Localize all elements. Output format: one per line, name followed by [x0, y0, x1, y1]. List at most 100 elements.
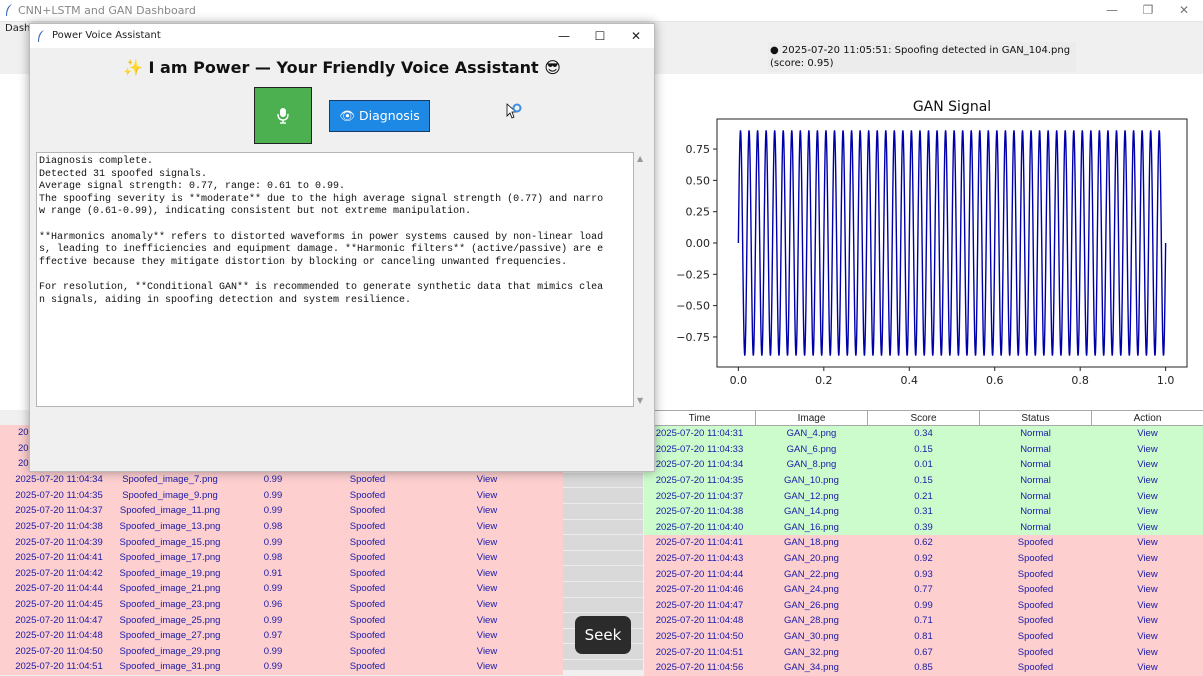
column-header-status[interactable]: Status	[980, 411, 1092, 426]
view-link[interactable]: View	[1092, 520, 1203, 536]
view-link[interactable]: View	[1092, 629, 1203, 645]
cell-image: Spoofed_image_29.png	[118, 644, 222, 660]
x-tick-label: 0.4	[901, 374, 919, 387]
dialog-close-button[interactable]: ✕	[618, 24, 654, 48]
dialog-maximize-button[interactable]: ☐	[582, 24, 618, 48]
output-line: For resolution, **Conditional GAN** is r…	[39, 282, 631, 295]
cell-score: 0.99	[222, 644, 324, 660]
cell-time: 2025-07-20 11:04:48	[644, 613, 756, 629]
view-link[interactable]: View	[411, 566, 563, 582]
view-link[interactable]: View	[411, 628, 563, 644]
y-tick-label: 0.25	[686, 206, 711, 219]
dialog-title: Power Voice Assistant	[52, 30, 161, 41]
microphone-icon	[277, 108, 289, 124]
strip-separator	[563, 487, 643, 488]
maximize-button[interactable]: ❐	[1130, 0, 1166, 21]
output-line: w range (0.61-0.99), indicating consiste…	[39, 206, 631, 219]
cell-status: Spoofed	[980, 660, 1092, 676]
output-scrollbar[interactable]: ▲ ▼	[634, 152, 648, 407]
cell-status: Spoofed	[324, 519, 411, 535]
cell-score: 0.67	[868, 644, 980, 660]
cell-score: 0.99	[222, 534, 324, 550]
view-link[interactable]: View	[411, 488, 563, 504]
view-link[interactable]: View	[1092, 442, 1203, 458]
cell-image: GAN_24.png	[756, 582, 868, 598]
cell-score: 0.96	[222, 597, 324, 613]
cell-image: GAN_32.png	[756, 644, 868, 660]
cell-score: 0.99	[222, 488, 324, 504]
cell-image: GAN_6.png	[756, 442, 868, 458]
output-line: n signals, aiding in spoofing detection …	[39, 295, 631, 308]
cell-image: GAN_16.png	[756, 520, 868, 536]
view-link[interactable]: View	[1092, 504, 1203, 520]
table-row: 2025-07-20 11:04:50Spoofed_image_29.png0…	[0, 644, 563, 660]
view-link[interactable]: View	[411, 534, 563, 550]
cell-status: Spoofed	[324, 472, 411, 488]
view-link[interactable]: View	[411, 659, 563, 675]
output-line: **Harmonics anomaly** refers to distorte…	[39, 232, 631, 245]
view-link[interactable]: View	[1092, 613, 1203, 629]
seek-button[interactable]: Seek	[575, 616, 631, 654]
column-header-image[interactable]: Image	[756, 411, 868, 426]
view-link[interactable]: View	[1092, 535, 1203, 551]
table-row: 2025-07-20 11:04:51Spoofed_image_31.png0…	[0, 659, 563, 675]
column-header-action[interactable]: Action	[1092, 411, 1203, 426]
cell-image: GAN_22.png	[756, 566, 868, 582]
view-link[interactable]: View	[1092, 644, 1203, 660]
view-link[interactable]: View	[1092, 488, 1203, 504]
strip-separator	[563, 581, 643, 582]
view-link[interactable]: View	[1092, 457, 1203, 473]
view-link[interactable]: View	[1092, 473, 1203, 489]
view-link[interactable]: View	[411, 550, 563, 566]
minimize-button[interactable]: —	[1094, 0, 1130, 21]
view-link[interactable]: View	[1092, 551, 1203, 567]
view-link[interactable]: View	[411, 644, 563, 660]
cell-image: GAN_26.png	[756, 598, 868, 614]
cell-score: 0.92	[868, 551, 980, 567]
y-tick-label: 0.75	[686, 143, 711, 156]
table-row: 2025-07-20 11:04:37Spoofed_image_11.png0…	[0, 503, 563, 519]
feather-icon	[36, 29, 46, 43]
view-link[interactable]: View	[1092, 660, 1203, 676]
loading-cursor-icon	[506, 103, 522, 121]
view-link[interactable]: View	[411, 612, 563, 628]
view-link[interactable]: View	[411, 597, 563, 613]
scroll-down-arrow-icon[interactable]: ▼	[637, 396, 643, 405]
scroll-up-arrow-icon[interactable]: ▲	[637, 154, 643, 163]
cell-time: 2025-07-20 11:04:42	[0, 566, 118, 582]
cell-image: GAN_12.png	[756, 488, 868, 504]
view-link[interactable]: View	[1092, 426, 1203, 442]
view-link[interactable]: View	[1092, 598, 1203, 614]
cell-image: GAN_4.png	[756, 426, 868, 442]
diagnosis-button[interactable]: 👁 Diagnosis	[329, 100, 430, 132]
cell-time: 2025-07-20 11:04:38	[644, 504, 756, 520]
cell-score: 0.81	[868, 629, 980, 645]
cell-status: Spoofed	[324, 488, 411, 504]
table-row: 2025-07-20 11:04:31GAN_4.png0.34NormalVi…	[644, 426, 1203, 442]
column-header-score[interactable]: Score	[868, 411, 980, 426]
table-row: 2025-07-20 11:04:56GAN_34.png0.85Spoofed…	[644, 660, 1203, 676]
view-link[interactable]: View	[411, 503, 563, 519]
view-link[interactable]: View	[411, 581, 563, 597]
cell-time: 2025-07-20 11:04:47	[0, 612, 118, 628]
table-row: 2025-07-20 11:04:38GAN_14.png0.31NormalV…	[644, 504, 1203, 520]
table-row: 2025-07-20 11:04:41GAN_18.png0.62Spoofed…	[644, 535, 1203, 551]
cell-time: 2025-07-20 11:04:41	[0, 550, 118, 566]
cell-image: Spoofed_image_19.png	[118, 566, 222, 582]
cell-score: 0.34	[868, 426, 980, 442]
cell-time: 2025-07-20 11:04:41	[644, 535, 756, 551]
cell-score: 0.39	[868, 520, 980, 536]
x-tick-label: 0.6	[986, 374, 1004, 387]
view-link[interactable]: View	[411, 472, 563, 488]
view-link[interactable]: View	[1092, 566, 1203, 582]
cell-status: Spoofed	[324, 659, 411, 675]
view-link[interactable]: View	[411, 519, 563, 535]
diagnosis-output-text[interactable]: Diagnosis complete.Detected 31 spoofed s…	[36, 152, 634, 407]
close-button[interactable]: ✕	[1166, 0, 1202, 21]
view-link[interactable]: View	[1092, 582, 1203, 598]
cell-status: Normal	[980, 504, 1092, 520]
column-header-time[interactable]: Time	[644, 411, 756, 426]
dialog-minimize-button[interactable]: —	[546, 24, 582, 48]
microphone-button[interactable]	[254, 87, 312, 144]
table-row: 2025-07-20 11:04:47GAN_26.png0.99Spoofed…	[644, 598, 1203, 614]
